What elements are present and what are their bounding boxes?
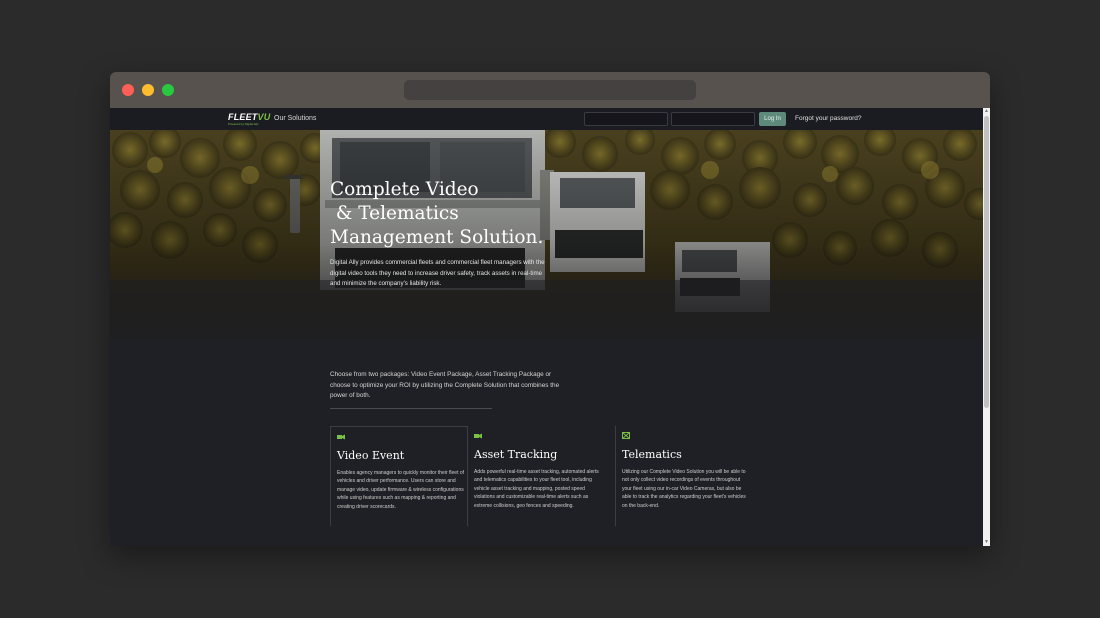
scroll-up-arrow-icon[interactable]: ▲ [984,109,989,114]
hero-title-line: Management Solution. [330,227,544,248]
scroll-thumb[interactable] [984,116,989,408]
packages-intro: Choose from two packages: Video Event Pa… [330,371,560,399]
maximize-window-button[interactable] [162,84,174,96]
hero-title-line: & Telematics [330,203,459,224]
page-viewport: FLEETVU Powered by Digital Ally Our Solu… [110,108,983,546]
divider [330,408,492,409]
card-title: Video Event [337,449,405,462]
forgot-password-link[interactable]: Forgot your password? [795,115,861,122]
hero-title-line: Complete Video [330,179,479,200]
card-text: Utilizing our Complete Video Solution yo… [622,469,746,509]
vertical-scrollbar[interactable]: ▲ ▼ [983,108,990,546]
fleetvu-logo[interactable]: FLEETVU Powered by Digital Ally [228,112,270,126]
hero-section: Complete Video & Telematics Management S… [110,130,983,338]
top-nav: FLEETVU Powered by Digital Ally Our Solu… [110,108,983,130]
logo-tagline: Powered by Digital Ally [228,122,259,126]
card-title: Asset Tracking [474,448,558,461]
video-camera-icon [337,434,345,440]
address-bar[interactable] [404,80,696,100]
browser-window: FLEETVU Powered by Digital Ally Our Solu… [110,72,990,546]
logo-wordmark: FLEETVU [228,112,271,122]
card-text: Enables agency managers to quickly monit… [337,470,465,510]
minimize-window-button[interactable] [142,84,154,96]
telematics-icon [622,432,630,439]
card-telematics: Telematics Utilizing our Complete Video … [615,426,763,526]
username-input[interactable] [584,112,668,126]
scroll-down-arrow-icon[interactable]: ▼ [984,540,989,545]
card-asset-tracking: Asset Tracking Adds powerful real-time a… [467,426,615,526]
hero-title: Complete Video & Telematics Management S… [330,178,590,250]
hero-description: Digital Ally provides commercial fleets … [330,259,545,287]
video-camera-icon [474,433,482,439]
card-video-event: Video Event Enables agency managers to q… [330,426,467,526]
login-button[interactable]: Log In [759,112,786,126]
close-window-button[interactable] [122,84,134,96]
card-text: Adds powerful real-time asset tracking, … [474,469,599,509]
our-solutions-link[interactable]: Our Solutions [274,115,316,122]
password-input[interactable] [671,112,755,126]
card-title: Telematics [622,448,682,461]
browser-titlebar [110,72,990,108]
